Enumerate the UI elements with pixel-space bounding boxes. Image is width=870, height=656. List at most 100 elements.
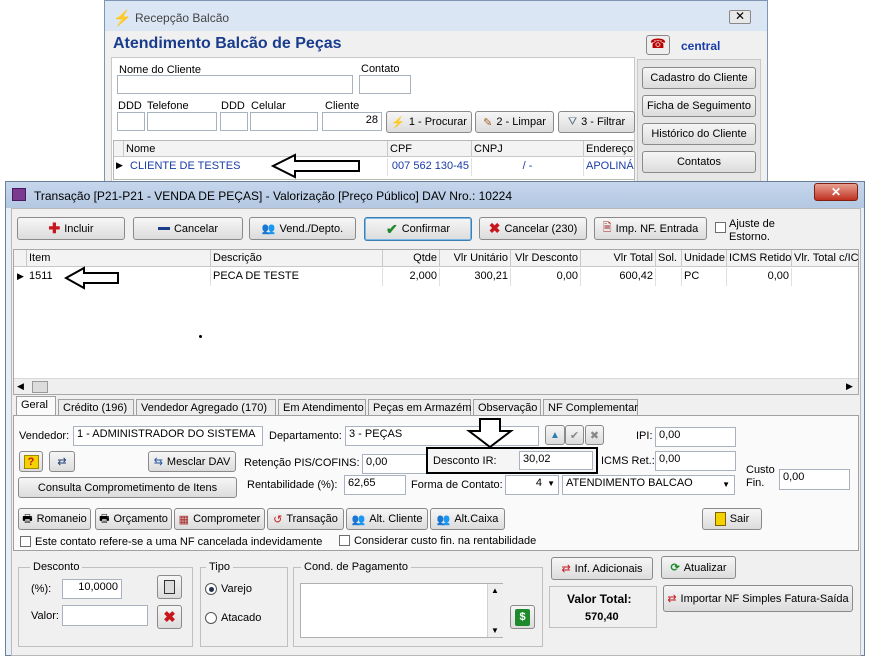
imp-nf-entrada-button[interactable]: 🗎 Imp. NF. Entrada — [594, 217, 707, 240]
cadastro-cliente-button[interactable]: Cadastro do Cliente — [642, 67, 756, 89]
client-cell-cnpj[interactable]: / - — [472, 158, 584, 176]
ficha-seguimento-button[interactable]: Ficha de Seguimento — [642, 95, 756, 117]
desconto-valor-field[interactable] — [62, 605, 148, 626]
tab-credito[interactable]: Crédito (196) — [58, 399, 134, 416]
varejo-radio[interactable] — [205, 583, 217, 595]
items-header-unidade[interactable]: Unidade — [682, 250, 727, 267]
filtrar-button[interactable]: ⛛ 3 - Filtrar — [558, 111, 635, 133]
cancelar-button[interactable]: Cancelar — [133, 217, 243, 240]
client-header-endereco[interactable]: Endereço — [584, 141, 634, 157]
limpar-button[interactable]: ✎ 2 - Limpar — [475, 111, 554, 133]
nome-field[interactable] — [117, 75, 353, 94]
items-header-vlr-total-icms[interactable]: Vlr. Total c/IC — [792, 250, 858, 267]
items-header-descricao[interactable]: Descrição — [211, 250, 383, 267]
item-cell-vlr-desconto[interactable]: 0,00 — [511, 268, 581, 286]
calculator-button[interactable] — [157, 575, 182, 599]
celular-field[interactable] — [250, 112, 318, 131]
phone-icon[interactable]: ☎ — [646, 35, 670, 55]
historico-cliente-button[interactable]: Histórico do Cliente — [642, 123, 756, 145]
item-cell-unidade[interactable]: PC — [682, 268, 727, 286]
sair-button[interactable]: Sair — [702, 508, 762, 530]
items-header-vlr-total[interactable]: Vlr Total — [581, 250, 656, 267]
inf-adicionais-button[interactable]: ⇄ Inf. Adicionais — [551, 557, 653, 580]
transacao-button[interactable]: ↺ Transação — [267, 508, 344, 530]
item-cell-icms-retido[interactable]: 0,00 — [727, 268, 792, 286]
vend-depto-button[interactable]: 👥 Vend./Depto. — [249, 217, 356, 240]
rentabilidade-field[interactable]: 62,65 — [344, 475, 406, 495]
item-cell-vlr-total[interactable]: 600,42 — [581, 268, 656, 286]
cancelar-230-button[interactable]: ✖ Cancelar (230) — [479, 217, 587, 240]
items-header-vlr-desconto[interactable]: Vlr Desconto — [511, 250, 581, 267]
scroll-left-icon[interactable]: ◀ — [17, 381, 24, 392]
items-header-icms-retido[interactable]: ICMS Retido — [727, 250, 792, 267]
atualizar-button[interactable]: ⟳ Atualizar — [661, 556, 736, 579]
tab-observacao[interactable]: Observação — [473, 399, 541, 416]
vendedor-field[interactable]: 1 - ADMINISTRADOR DO SISTEMA — [73, 426, 263, 446]
confirm-small-button[interactable]: ✔ — [565, 425, 584, 445]
forma-contato-select[interactable]: ATENDIMENTO BALCAO ▼ — [562, 475, 735, 495]
ddd1-field[interactable] — [117, 112, 145, 131]
alt-caixa-button[interactable]: 👥 Alt.Caixa — [430, 508, 505, 530]
help-button[interactable]: ? — [19, 451, 43, 472]
client-cell-endereco[interactable]: APOLINÁ — [584, 158, 634, 176]
scroll-up-icon[interactable]: ▲ — [491, 586, 499, 595]
cond-pagamento-list[interactable]: ▲ ▼ — [300, 583, 503, 638]
procurar-button[interactable]: ⚡ 1 - Procurar — [386, 111, 472, 133]
item-cell-vlr-total-icms[interactable] — [792, 268, 858, 286]
ipi-field[interactable]: 0,00 — [655, 427, 736, 447]
horizontal-scrollbar[interactable]: ◀ ▶ — [14, 378, 858, 394]
tab-vendedor-agregado[interactable]: Vendedor Agregado (170) — [136, 399, 276, 416]
cliente-field[interactable]: 28 — [322, 112, 382, 131]
items-header-item[interactable]: Item — [27, 250, 211, 267]
items-header-vlr-unitario[interactable]: Vlr Unitário — [440, 250, 511, 267]
contato-field[interactable] — [359, 75, 411, 94]
item-cell-qtde[interactable]: 2,000 — [383, 268, 440, 286]
tab-nf-complementar[interactable]: NF Complementar — [543, 399, 638, 416]
items-header-qtde[interactable]: Qtde — [383, 250, 440, 267]
importar-nf-button[interactable]: ⇄ Importar NF Simples Fatura-Saída — [663, 585, 853, 612]
list-scrollbar[interactable]: ▲ ▼ — [487, 584, 503, 637]
client-header-cpf[interactable]: CPF — [388, 141, 472, 157]
items-header-sol[interactable]: Sol. — [656, 250, 682, 267]
custo-field[interactable]: 0,00 — [779, 469, 850, 490]
item-cell-sol[interactable] — [656, 268, 682, 286]
money-button[interactable]: $ — [510, 605, 535, 629]
confirmar-button[interactable]: ✔ Confirmar — [364, 217, 472, 241]
ajuste-estorno-checkbox[interactable] — [715, 222, 726, 233]
tab-em-atendimento[interactable]: Em Atendimento — [278, 399, 366, 416]
ddd2-field[interactable] — [220, 112, 248, 131]
custo-fin-checkbox[interactable] — [339, 535, 350, 546]
scroll-right-icon[interactable]: ▶ — [846, 381, 853, 392]
recepcao-heading: Atendimento Balcão de Peças — [113, 35, 342, 52]
people-transfer-button[interactable]: ⇄ — [49, 451, 75, 472]
move-up-button[interactable]: ▲ — [545, 425, 565, 445]
scroll-down-icon[interactable]: ▼ — [491, 626, 499, 635]
client-header-cnpj[interactable]: CNPJ — [472, 141, 584, 157]
icms-field[interactable]: 0,00 — [655, 451, 736, 471]
atacado-radio[interactable] — [205, 612, 217, 624]
nf-cancelada-checkbox[interactable] — [20, 536, 31, 547]
desconto-pct-field[interactable]: 10,0000 — [62, 579, 122, 599]
tab-pecas-armazem[interactable]: Peças em Armazém — [368, 399, 471, 416]
client-cell-cpf[interactable]: 007 562 130-45 — [388, 158, 472, 176]
romaneio-button[interactable]: 🖶 Romaneio — [18, 508, 91, 530]
cancel-small-button[interactable]: ✖ — [585, 425, 604, 445]
telefone-field[interactable] — [147, 112, 217, 131]
retencao-field[interactable]: 0,00 — [362, 454, 430, 474]
orcamento-button[interactable]: 🖶 Orçamento — [95, 508, 172, 530]
consulta-comprometimento-button[interactable]: Consulta Comprometimento de Itens — [18, 477, 237, 498]
comprometer-button[interactable]: ▦ Comprometer — [174, 508, 265, 530]
item-cell-vlr-unitario[interactable]: 300,21 — [440, 268, 511, 286]
desconto-ir-field[interactable]: 30,02 — [519, 451, 593, 470]
incluir-button[interactable]: ✚ Incluir — [17, 217, 125, 240]
tab-geral[interactable]: Geral — [16, 396, 56, 415]
contatos-button[interactable]: Contatos — [642, 151, 756, 173]
transacao-close-button[interactable]: ✕ — [814, 183, 858, 201]
forma-contato-number[interactable]: 4 ▼ — [505, 475, 559, 495]
scroll-thumb[interactable] — [32, 381, 48, 393]
item-cell-descricao[interactable]: PECA DE TESTE — [211, 268, 383, 286]
clear-desconto-button[interactable]: ✖ — [157, 605, 182, 629]
alt-cliente-button[interactable]: 👥 Alt. Cliente — [346, 508, 428, 530]
recepcao-close-button[interactable]: ✕ — [729, 10, 751, 24]
mesclar-dav-button[interactable]: ⇆ Mesclar DAV — [148, 451, 236, 472]
